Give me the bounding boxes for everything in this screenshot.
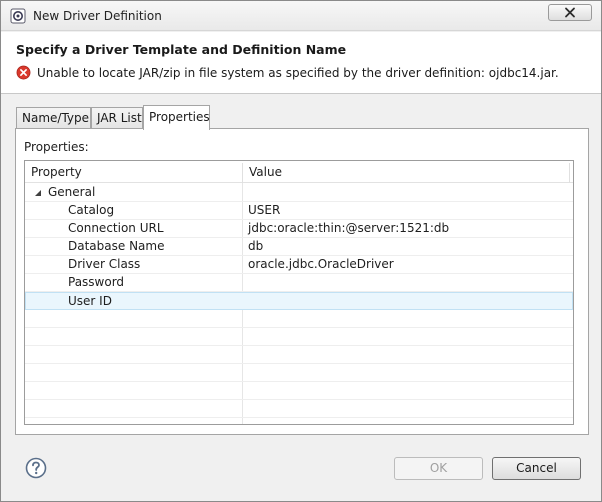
empty-row — [25, 382, 573, 400]
ok-button[interactable]: OK — [394, 457, 483, 480]
close-icon — [565, 7, 575, 18]
error-icon — [16, 65, 31, 80]
properties-label: Properties: — [24, 140, 89, 154]
empty-row — [25, 328, 573, 346]
table-row[interactable]: Password — [25, 274, 573, 292]
table-row[interactable]: Catalog USER — [25, 202, 573, 220]
property-name: Connection URL — [68, 221, 164, 235]
dialog-window: New Driver Definition Specify a Driver T… — [0, 0, 602, 502]
property-name: Password — [68, 275, 125, 289]
column-header-property[interactable]: Property — [25, 161, 242, 183]
table-row[interactable]: Driver Class oracle.jdbc.OracleDriver — [25, 256, 573, 274]
tree-group-general[interactable]: General — [25, 184, 573, 202]
property-value[interactable]: oracle.jdbc.OracleDriver — [248, 256, 394, 274]
group-label: General — [48, 185, 96, 199]
error-message: Unable to locate JAR/zip in file system … — [37, 66, 559, 80]
eclipse-app-icon — [10, 8, 26, 24]
table-row[interactable]: Connection URL jdbc:oracle:thin:@server:… — [25, 220, 573, 238]
empty-row — [25, 346, 573, 364]
table-row-selected[interactable]: User ID — [25, 292, 573, 310]
property-name: Driver Class — [68, 257, 141, 271]
expanded-triangle-icon[interactable] — [34, 189, 42, 197]
empty-row — [25, 364, 573, 382]
help-icon[interactable] — [25, 457, 47, 479]
window-title: New Driver Definition — [33, 9, 162, 23]
property-value[interactable]: jdbc:oracle:thin:@server:1521:db — [248, 220, 449, 238]
properties-tab-panel: Properties: Property Value General Catal… — [15, 128, 589, 435]
table-row[interactable]: Database Name db — [25, 238, 573, 256]
property-value[interactable]: USER — [248, 202, 280, 220]
tab-name-type[interactable]: Name/Type — [16, 107, 91, 129]
close-window-button[interactable] — [548, 4, 592, 21]
tab-jar-list[interactable]: JAR List — [91, 107, 143, 129]
column-header-value[interactable]: Value — [243, 161, 569, 183]
property-name: Database Name — [68, 239, 165, 253]
page-title: Specify a Driver Template and Definition… — [16, 42, 347, 57]
property-name: User ID — [68, 294, 112, 308]
property-name: Catalog — [68, 203, 115, 217]
empty-row — [25, 400, 573, 418]
column-separator[interactable] — [569, 163, 570, 183]
wizard-header: Specify a Driver Template and Definition… — [1, 32, 601, 94]
properties-table[interactable]: Property Value General Catalog USER Conn… — [24, 160, 574, 425]
title-bar: New Driver Definition — [1, 1, 601, 31]
empty-row — [25, 310, 573, 328]
table-header: Property Value — [25, 161, 573, 183]
property-value[interactable]: db — [248, 238, 263, 256]
tab-properties[interactable]: Properties — [143, 105, 210, 130]
cancel-button[interactable]: Cancel — [492, 457, 581, 480]
